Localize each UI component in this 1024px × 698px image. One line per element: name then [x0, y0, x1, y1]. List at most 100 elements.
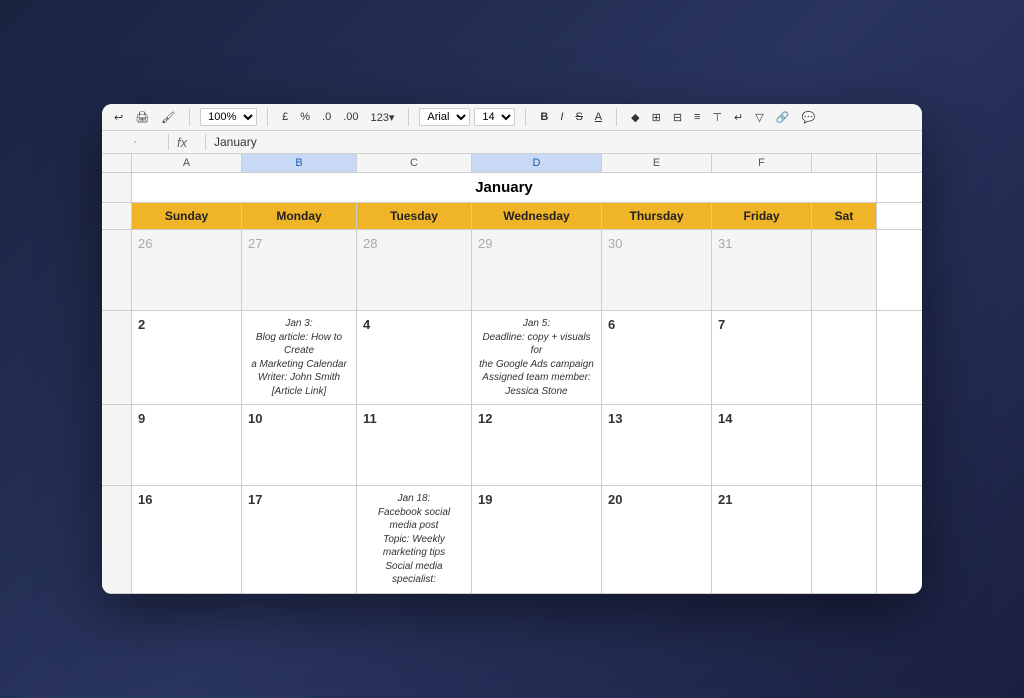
cal-cell-jan17[interactable]: 17	[242, 486, 357, 593]
col-header-b[interactable]: B	[242, 154, 357, 172]
cal-cell-jan5[interactable]: Jan 5:Deadline: copy + visuals forthe Go…	[472, 311, 602, 404]
italic-button[interactable]: I	[556, 109, 567, 125]
cal-cell-dec26[interactable]: 26	[132, 230, 242, 310]
decimal1-button[interactable]: .0	[318, 109, 335, 125]
day-header-friday: Friday	[712, 203, 812, 229]
decimal2-button[interactable]: .00	[339, 109, 362, 125]
day-header-saturday: Sat	[812, 203, 877, 229]
col-header-a[interactable]: A	[132, 154, 242, 172]
formula-divider	[168, 134, 169, 150]
day-header-wednesday: Wednesday	[472, 203, 602, 229]
border-button[interactable]: ⊞	[648, 109, 665, 126]
align-button[interactable]: ≡	[690, 109, 704, 125]
format123-button[interactable]: 123▾	[367, 109, 399, 126]
cal-cell-dec28[interactable]: 28	[357, 230, 472, 310]
cal-cell-jan10[interactable]: 10	[242, 405, 357, 485]
wrap-button[interactable]: ↵	[730, 109, 747, 126]
cal-cell-jan12[interactable]: 12	[472, 405, 602, 485]
cal-cell-dec27[interactable]: 27	[242, 230, 357, 310]
week-row-1: 2 Jan 3:Blog article: How to Createa Mar…	[102, 311, 922, 405]
cal-cell-dec29[interactable]: 29	[472, 230, 602, 310]
print-button[interactable]: 🖨	[131, 109, 153, 126]
cal-cell-blank-w1[interactable]	[812, 311, 877, 404]
week-row-3: 16 17 Jan 18:Facebook social media postT…	[102, 486, 922, 594]
text-format-group: B I S A	[536, 109, 606, 125]
row-num-headers	[102, 203, 132, 229]
cal-cell-jan9[interactable]: 9	[132, 405, 242, 485]
formula-content[interactable]: January	[214, 135, 914, 149]
cal-cell-jan14[interactable]: 14	[712, 405, 812, 485]
bold-button[interactable]: B	[536, 109, 552, 125]
cal-cell-jan18[interactable]: Jan 18:Facebook social media postTopic: …	[357, 486, 472, 593]
row-num-w2	[102, 405, 132, 485]
extra-tools: ◆ ⊞ ⊟ ≡ ⊤ ↵ ▽ 🔗 💬	[627, 109, 819, 126]
col-header-e[interactable]: E	[602, 154, 712, 172]
cal-cell-jan21[interactable]: 21	[712, 486, 812, 593]
spreadsheet-window: ↩ 🖨 🖌 100% £ % .0 .00 123▾ Arial 14	[102, 104, 922, 594]
underline-button[interactable]: A	[591, 109, 606, 125]
cal-cell-jan19[interactable]: 19	[472, 486, 602, 593]
col-header-f[interactable]: F	[712, 154, 812, 172]
row-num-w1	[102, 311, 132, 404]
event-jan3: Jan 3:Blog article: How to Createa Marke…	[248, 317, 350, 398]
cal-cell-jan6[interactable]: 6	[602, 311, 712, 404]
merge-button[interactable]: ⊟	[669, 109, 686, 126]
col-header-d[interactable]: D	[472, 154, 602, 172]
cell-reference: ·	[110, 136, 160, 148]
day-headers-row: Sunday Monday Tuesday Wednesday Thursday…	[102, 203, 922, 230]
filter-button[interactable]: ▽	[751, 109, 767, 126]
week-row-0: 26 27 28 29 30 31	[102, 230, 922, 311]
font-select[interactable]: Arial	[419, 108, 470, 126]
paint-button[interactable]: 🖌	[157, 109, 179, 126]
cal-cell-blank-w3[interactable]	[812, 486, 877, 593]
toolbar: ↩ 🖨 🖌 100% £ % .0 .00 123▾ Arial 14	[102, 104, 922, 131]
cal-cell-jan11[interactable]: 11	[357, 405, 472, 485]
link-button[interactable]: 🔗	[772, 109, 794, 126]
cal-cell-blank-w0[interactable]	[812, 230, 877, 310]
day-header-tuesday: Tuesday	[357, 203, 472, 229]
col-header-c[interactable]: C	[357, 154, 472, 172]
calendar-title-row: January	[102, 173, 922, 203]
cal-cell-jan7[interactable]: 7	[712, 311, 812, 404]
cal-cell-dec30[interactable]: 30	[602, 230, 712, 310]
event-jan18: Jan 18:Facebook social media postTopic: …	[363, 492, 465, 587]
strike-button[interactable]: S	[571, 109, 586, 125]
fontsize-select[interactable]: 14	[474, 108, 515, 126]
cal-cell-jan2[interactable]: 2	[132, 311, 242, 404]
day-header-sunday: Sunday	[132, 203, 242, 229]
percent-button[interactable]: %	[296, 109, 314, 125]
cal-cell-jan20[interactable]: 20	[602, 486, 712, 593]
sep1	[189, 108, 190, 126]
event-jan5: Jan 5:Deadline: copy + visuals forthe Go…	[478, 317, 595, 398]
calendar: January Sunday Monday Tuesday Wednesday …	[102, 173, 922, 594]
cal-cell-jan3[interactable]: Jan 3:Blog article: How to Createa Marke…	[242, 311, 357, 404]
cal-cell-blank-w2[interactable]	[812, 405, 877, 485]
day-header-thursday: Thursday	[602, 203, 712, 229]
sep5	[616, 108, 617, 126]
week-row-2: 9 10 11 12 13 14	[102, 405, 922, 486]
toolbar-undo-group: ↩ 🖨 🖌	[110, 109, 179, 126]
row-num-title	[102, 173, 132, 202]
cal-cell-jan16[interactable]: 16	[132, 486, 242, 593]
currency-button[interactable]: £	[278, 109, 292, 125]
cal-cell-jan13[interactable]: 13	[602, 405, 712, 485]
highlight-button[interactable]: ◆	[627, 109, 643, 126]
sep4	[525, 108, 526, 126]
col-header-rownum	[102, 154, 132, 172]
formula-divider2	[205, 134, 206, 150]
cal-cell-jan4[interactable]: 4	[357, 311, 472, 404]
calendar-title: January	[132, 173, 877, 202]
fx-label: fx	[177, 135, 197, 150]
sep3	[408, 108, 409, 126]
zoom-select[interactable]: 100%	[200, 108, 257, 126]
col-header-g[interactable]	[812, 154, 877, 172]
comment-button[interactable]: 💬	[797, 109, 819, 126]
cal-cell-dec31[interactable]: 31	[712, 230, 812, 310]
font-group: Arial 14	[419, 108, 515, 126]
valign-button[interactable]: ⊤	[708, 109, 726, 126]
row-num-w0	[102, 230, 132, 310]
undo-button[interactable]: ↩	[110, 109, 127, 126]
zoom-group: 100%	[200, 108, 257, 126]
format-group: £ % .0 .00 123▾	[278, 109, 398, 126]
col-headers: A B C D E F	[102, 154, 922, 173]
